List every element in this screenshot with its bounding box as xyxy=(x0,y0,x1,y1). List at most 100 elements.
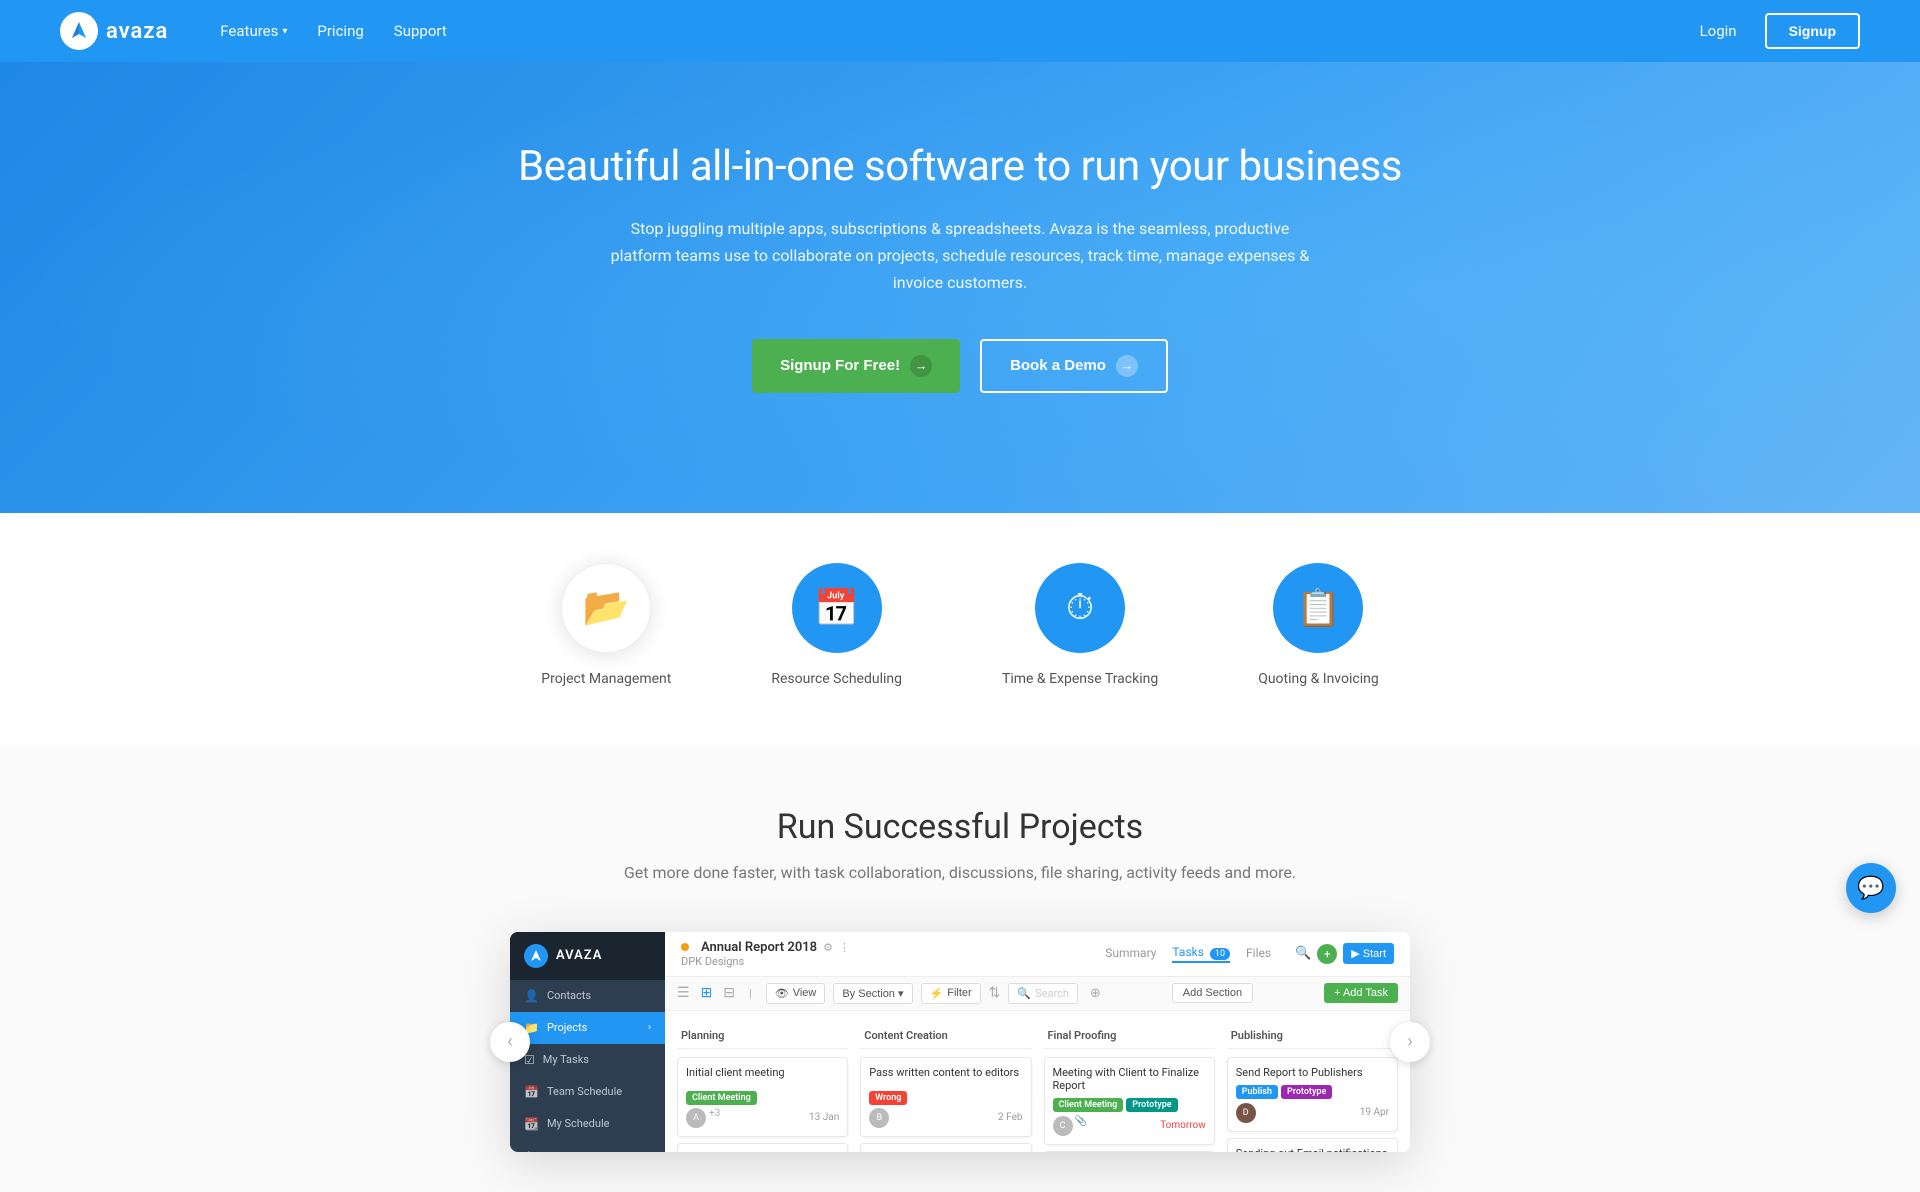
card-badge: Publish xyxy=(1236,1085,1278,1099)
invoice-icon: 📋 xyxy=(1296,587,1341,629)
tab-tasks[interactable]: Tasks 10 xyxy=(1172,945,1230,963)
kanban-card: Meeting with Client to Finalize Report C… xyxy=(1044,1057,1215,1145)
view-button[interactable]: 👁 View xyxy=(766,983,826,1004)
avatar: C xyxy=(1053,1116,1073,1136)
add-section-button[interactable]: Add Section xyxy=(1172,983,1253,1003)
navbar-actions: Login Signup xyxy=(1688,13,1860,49)
section-subtitle: Get more done faster, with task collabor… xyxy=(20,863,1900,882)
col-header-content: Content Creation xyxy=(860,1023,1031,1049)
avatar: A xyxy=(686,1108,706,1128)
card-title: Initial client meeting xyxy=(686,1066,839,1079)
add-icon[interactable]: + xyxy=(1317,944,1337,964)
feature-time-expense[interactable]: ⏱ Time & Expense Tracking xyxy=(1002,563,1158,687)
nav-pricing[interactable]: Pricing xyxy=(305,14,375,48)
arrow-icon: → xyxy=(910,355,932,377)
clock-icon: ⏱ xyxy=(1066,586,1094,629)
features-strip: 📂 Project Management 📅 Resource Scheduli… xyxy=(0,513,1920,747)
project-name: Annual Report 2018 xyxy=(701,940,817,955)
kanban-card: Send Report to Publishers Publish Protot… xyxy=(1227,1057,1398,1132)
app-layout: AVAZA 👤 Contacts 📁 Projects › ☑ My Tasks xyxy=(510,932,1410,1152)
tab-summary[interactable]: Summary xyxy=(1105,946,1156,962)
status-dot xyxy=(681,943,689,951)
contacts-icon: 👤 xyxy=(524,989,539,1003)
kanban-card: Initial client meeting Client Meeting A … xyxy=(677,1057,848,1137)
team-schedule-icon: 📅 xyxy=(524,1085,539,1099)
add-task-button[interactable]: + Add Task xyxy=(1324,983,1398,1003)
kanban-card: Sending out Email notifications xyxy=(1227,1138,1398,1152)
topbar-actions: 🔍 + ▶ Start xyxy=(1295,943,1394,964)
kanban-card: Curate Ideas for Content xyxy=(677,1143,848,1152)
next-button[interactable]: › xyxy=(1390,1022,1430,1062)
feature-quoting-invoicing[interactable]: 📋 Quoting & Invoicing xyxy=(1258,563,1379,687)
more-icon[interactable]: ⋮ xyxy=(839,941,850,954)
sidebar-projects[interactable]: 📁 Projects › xyxy=(510,1012,665,1044)
filter-button[interactable]: ⚡ Filter xyxy=(921,983,981,1004)
hero-section: Beautiful all-in-one software to run you… xyxy=(0,62,1920,513)
grid-view-icon[interactable]: ⊞ xyxy=(701,985,713,1001)
kanban-col-planning: Planning Initial client meeting Client M… xyxy=(677,1023,848,1152)
sidebar-timesheets[interactable]: ⏱ Timesheets xyxy=(510,1140,665,1152)
feature-label-te: Time & Expense Tracking xyxy=(1002,671,1158,687)
card-title: Sending out Email notifications xyxy=(1236,1147,1389,1152)
tasks-badge: 10 xyxy=(1210,948,1230,960)
section-title: Run Successful Projects xyxy=(20,807,1900,847)
avatar: B xyxy=(869,1108,889,1128)
col-header-proofing: Final Proofing xyxy=(1044,1023,1215,1049)
chevron-down-icon: ▾ xyxy=(282,26,287,37)
table-view-icon[interactable]: ⊟ xyxy=(723,985,735,1001)
kanban-card: Send Report to Publishers xyxy=(1044,1151,1215,1152)
sidebar-contacts[interactable]: 👤 Contacts xyxy=(510,980,665,1012)
kanban-board: Planning Initial client meeting Client M… xyxy=(665,1011,1410,1152)
signup-free-button[interactable]: Signup For Free! → xyxy=(752,339,960,393)
kanban-col-proofing: Final Proofing Meeting with Client to Fi… xyxy=(1044,1023,1215,1152)
projects-section: Run Successful Projects Get more done fa… xyxy=(0,747,1920,1192)
col-header-planning: Planning xyxy=(677,1023,848,1049)
by-section-button[interactable]: By Section ▾ xyxy=(833,983,912,1004)
nav-support[interactable]: Support xyxy=(382,14,459,48)
prev-button[interactable]: ‹ xyxy=(490,1022,530,1062)
search-icon[interactable]: 🔍 xyxy=(1295,946,1311,961)
feature-resource-scheduling[interactable]: 📅 Resource Scheduling xyxy=(771,563,902,687)
app-toolbar: ☰ ⊞ ⊟ | 👁 View By Section ▾ ⚡ Filter ⇅ xyxy=(665,977,1410,1011)
hero-buttons: Signup For Free! → Book a Demo → xyxy=(20,339,1900,393)
kanban-col-publishing: Publishing Send Report to Publishers Pub… xyxy=(1227,1023,1398,1152)
kanban-card: Shortlist images for blog post xyxy=(860,1143,1031,1152)
sidebar-team-schedule[interactable]: 📅 Team Schedule xyxy=(510,1076,665,1108)
search-bar[interactable]: 🔍 Search xyxy=(1008,983,1078,1004)
app-main: Annual Report 2018 ⚙ ⋮ DPK Designs Summa… xyxy=(665,932,1410,1152)
signup-button[interactable]: Signup xyxy=(1765,13,1860,49)
expand-icon[interactable]: ⊕ xyxy=(1090,986,1101,1001)
my-schedule-icon: 📆 xyxy=(524,1117,539,1131)
book-demo-button[interactable]: Book a Demo → xyxy=(980,339,1168,393)
quoting-icon-wrap: 📋 xyxy=(1273,563,1363,653)
col-header-publishing: Publishing xyxy=(1227,1023,1398,1049)
paperclip-icon: 📎 xyxy=(1075,1116,1087,1136)
brand-name: avaza xyxy=(106,19,168,44)
card-badge: Prototype xyxy=(1281,1085,1332,1099)
filter-icon: ⚡ xyxy=(930,987,944,1000)
arrow-icon: → xyxy=(1116,355,1138,377)
settings-icon[interactable]: ⚙ xyxy=(823,941,833,954)
feature-label-qi: Quoting & Invoicing xyxy=(1258,671,1379,687)
login-button[interactable]: Login xyxy=(1688,14,1749,48)
project-mgmt-icon-wrap: 📂 xyxy=(561,563,651,653)
card-badge: Client Meeting xyxy=(686,1091,757,1105)
kanban-card: Pass written content to editors Wrong B … xyxy=(860,1057,1031,1137)
feature-label-pm: Project Management xyxy=(541,671,671,687)
feature-project-management[interactable]: 📂 Project Management xyxy=(541,563,671,687)
card-title: Meeting with Client to Finalize Report xyxy=(1053,1066,1206,1092)
folder-icon: 📂 xyxy=(583,586,630,630)
sidebar-brand: AVAZA xyxy=(510,932,665,980)
tab-files[interactable]: Files xyxy=(1246,946,1271,962)
app-tabs: Summary Tasks 10 Files xyxy=(1105,945,1271,963)
sort-icon[interactable]: ⇅ xyxy=(989,985,1001,1001)
sidebar-my-schedule[interactable]: 📆 My Schedule xyxy=(510,1108,665,1140)
chat-widget[interactable]: 💬 xyxy=(1846,863,1896,913)
list-view-icon[interactable]: ☰ xyxy=(677,985,690,1001)
navbar-brand[interactable]: avaza xyxy=(60,12,168,50)
main-nav: Features ▾ Pricing Support xyxy=(208,14,1687,48)
sidebar-my-tasks[interactable]: ☑ My Tasks xyxy=(510,1044,665,1076)
nav-features[interactable]: Features ▾ xyxy=(208,14,299,48)
start-button[interactable]: ▶ Start xyxy=(1343,943,1394,964)
card-badge: Wrong xyxy=(869,1091,907,1105)
